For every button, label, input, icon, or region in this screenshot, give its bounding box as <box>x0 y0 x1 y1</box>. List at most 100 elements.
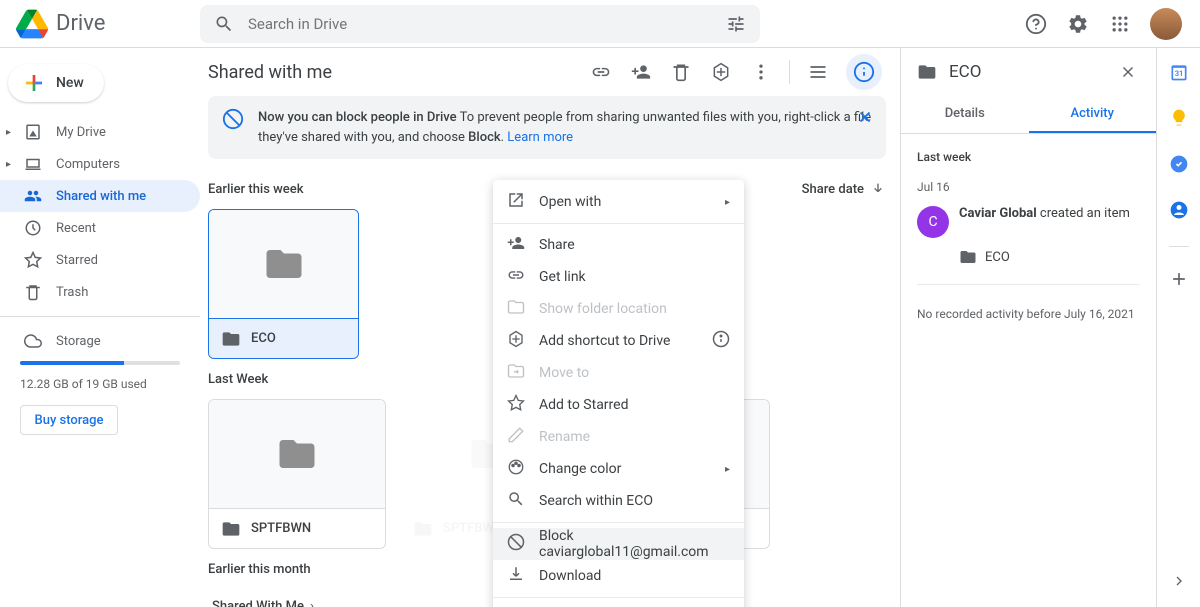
learn-more-link[interactable]: Learn more <box>507 130 573 145</box>
cloud-icon <box>24 332 42 350</box>
no-activity-text: No recorded activity before July 16, 202… <box>917 285 1140 343</box>
star-icon <box>24 251 42 269</box>
nav-shared-with-me[interactable]: Shared with me <box>0 180 200 212</box>
new-button[interactable]: New <box>8 64 104 102</box>
folder-card[interactable]: ECO <box>208 209 359 359</box>
menu-download[interactable]: Download <box>493 560 744 592</box>
get-link-icon[interactable] <box>589 60 613 84</box>
logo-area[interactable]: Drive <box>8 8 200 40</box>
menu-shortcut[interactable]: Add shortcut to Drive <box>493 325 744 357</box>
menu-star[interactable]: Add to Starred <box>493 389 744 421</box>
drive-icon <box>24 123 42 141</box>
expand-icon[interactable]: ▸ <box>6 127 11 138</box>
details-title: ECO <box>949 62 1104 82</box>
section-title: Earlier this month <box>208 562 311 577</box>
expand-icon[interactable]: ▸ <box>6 159 11 170</box>
list-view-icon[interactable] <box>806 60 830 84</box>
menu-block[interactable]: Block caviarglobal11@gmail.com <box>493 528 744 560</box>
nav-label: Shared with me <box>56 189 146 204</box>
block-icon <box>507 533 525 555</box>
folder-icon <box>258 243 310 285</box>
nav-label: Recent <box>56 221 96 236</box>
banner-title: Now you can block people in Drive <box>258 110 457 125</box>
collapse-panel-icon[interactable] <box>1171 573 1187 593</box>
close-details-icon[interactable] <box>1116 60 1140 84</box>
tasks-icon[interactable] <box>1169 154 1189 178</box>
recent-icon <box>24 219 42 237</box>
nav-starred[interactable]: Starred <box>0 244 200 276</box>
shortcut-icon <box>507 330 525 352</box>
add-shortcut-icon[interactable] <box>709 60 733 84</box>
more-icon[interactable] <box>749 60 773 84</box>
menu-link[interactable]: Get link <box>493 261 744 293</box>
block-banner: Now you can block people in Drive To pre… <box>208 96 886 159</box>
menu-folder: Show folder location <box>493 293 744 325</box>
folder-icon <box>221 519 241 539</box>
menu-remove[interactable]: Remove <box>493 603 744 607</box>
nav-label: Trash <box>56 285 88 300</box>
nav-recent[interactable]: Recent <box>0 212 200 244</box>
breadcrumb-root: Shared With Me <box>212 599 304 607</box>
tab-activity[interactable]: Activity <box>1029 96 1157 133</box>
nav-my-drive[interactable]: ▸My Drive <box>0 116 200 148</box>
arrow-down-icon <box>870 181 886 197</box>
file-name: SPTFBWN <box>251 521 311 536</box>
search-input[interactable] <box>236 15 724 33</box>
chevron-right-icon: ▸ <box>725 197 730 208</box>
contacts-icon[interactable] <box>1169 200 1189 224</box>
block-icon <box>222 108 244 147</box>
info-icon[interactable] <box>712 330 730 352</box>
help-icon[interactable] <box>1024 12 1048 36</box>
folder-icon <box>917 62 937 82</box>
search-bar[interactable] <box>200 5 760 43</box>
rename-icon <box>507 426 525 448</box>
menu-move: Move to <box>493 357 744 389</box>
section-title: Last Week <box>208 372 268 387</box>
apps-icon[interactable] <box>1108 12 1132 36</box>
search-options-icon[interactable] <box>724 12 748 36</box>
keep-icon[interactable] <box>1169 108 1189 132</box>
menu-color[interactable]: Change color▸ <box>493 453 744 485</box>
account-avatar[interactable] <box>1150 8 1182 40</box>
add-icon[interactable] <box>1169 269 1189 293</box>
user-avatar: C <box>917 206 949 238</box>
computers-icon <box>24 155 42 173</box>
menu-open[interactable]: Open with▸ <box>493 186 744 218</box>
new-label: New <box>56 75 84 91</box>
sort-button[interactable]: Share date <box>802 181 886 197</box>
menu-search[interactable]: Search within ECO <box>493 485 744 517</box>
folder-icon <box>221 329 241 349</box>
settings-icon[interactable] <box>1066 12 1090 36</box>
plus-icon <box>22 71 46 95</box>
download-icon <box>507 565 525 587</box>
buy-storage-button[interactable]: Buy storage <box>20 405 118 435</box>
tab-details[interactable]: Details <box>901 96 1029 133</box>
delete-icon[interactable] <box>669 60 693 84</box>
chevron-right-icon: ▸ <box>725 464 730 475</box>
search-icon[interactable] <box>212 12 236 36</box>
nav-label: Storage <box>56 334 101 349</box>
page-title: Shared with me <box>208 62 332 83</box>
nav-trash[interactable]: Trash <box>0 276 200 308</box>
folder-card[interactable]: SPTFBWN <box>208 399 386 549</box>
share-icon <box>507 234 525 256</box>
drive-logo-icon <box>16 8 48 40</box>
chevron-right-icon: › <box>310 599 314 607</box>
calendar-icon[interactable]: 31 <box>1169 62 1189 86</box>
nav-storage[interactable]: Storage <box>0 325 200 357</box>
link-icon <box>507 266 525 288</box>
activity-file[interactable]: ECO <box>959 248 1140 266</box>
sort-label: Share date <box>802 182 864 197</box>
color-icon <box>507 458 525 480</box>
add-user-icon[interactable] <box>629 60 653 84</box>
folder-icon <box>507 298 525 320</box>
section-title: Earlier this week <box>208 182 304 197</box>
close-icon[interactable] <box>856 108 874 130</box>
nav-computers[interactable]: ▸ Computers <box>0 148 200 180</box>
details-toggle-button[interactable] <box>846 54 882 90</box>
folder-icon <box>959 248 977 266</box>
menu-rename: Rename <box>493 421 744 453</box>
menu-share[interactable]: Share <box>493 229 744 261</box>
nav-label: Computers <box>56 157 120 172</box>
details-panel: ECO Details Activity Last week Jul 16 C … <box>900 48 1156 607</box>
